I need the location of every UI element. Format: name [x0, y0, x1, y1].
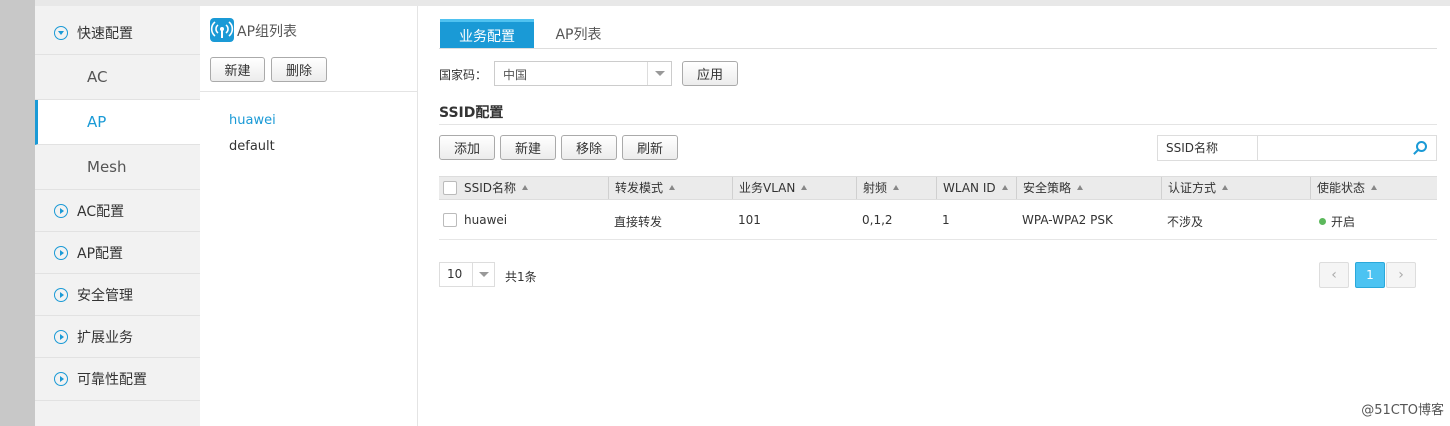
- ssid-search[interactable]: SSID名称: [1157, 135, 1437, 161]
- page-1-button[interactable]: 1: [1355, 262, 1385, 288]
- country-code-select[interactable]: 中国: [494, 61, 672, 86]
- prev-page-button[interactable]: ‹: [1319, 262, 1349, 288]
- new-group-button[interactable]: 新建: [210, 57, 265, 82]
- total-count: 共1条: [505, 270, 537, 284]
- sidebar-item-ap-config[interactable]: AP配置: [35, 232, 200, 274]
- chevron-right-circle-icon: [54, 329, 68, 344]
- tab-ap-list[interactable]: AP列表: [534, 19, 623, 49]
- sidebar-subitem-ac[interactable]: AC: [35, 55, 200, 100]
- sort-asc-icon: [893, 185, 900, 190]
- sidebar-item-label: AC配置: [77, 203, 125, 220]
- sort-asc-icon: [522, 185, 529, 190]
- tab-service-config[interactable]: 业务配置: [440, 19, 534, 49]
- country-code-label: 国家码：: [439, 68, 488, 82]
- sidebar-item-extended-services[interactable]: 扩展业务: [35, 316, 200, 358]
- cell-security: WPA-WPA2 PSK: [1022, 213, 1113, 227]
- watermark: @51CTO博客: [1361, 403, 1444, 418]
- page-size-select[interactable]: 10: [439, 262, 495, 287]
- sidebar-item-label: AP配置: [77, 245, 124, 262]
- cell-forward-mode: 直接转发: [614, 215, 663, 229]
- column-header-security[interactable]: 安全策略: [1016, 177, 1084, 199]
- sort-asc-icon: [1222, 185, 1229, 190]
- sidebar-item-security[interactable]: 安全管理: [35, 274, 200, 316]
- section-divider: [439, 124, 1437, 125]
- search-field-label: SSID名称: [1158, 136, 1258, 160]
- sidebar-item-ac-config[interactable]: AC配置: [35, 190, 200, 232]
- add-button[interactable]: 添加: [439, 135, 495, 160]
- section-title: SSID配置: [439, 105, 504, 121]
- sort-asc-icon: [1001, 185, 1008, 190]
- select-all-checkbox[interactable]: [443, 181, 457, 195]
- chevron-down-icon: [472, 263, 494, 286]
- cell-status: 开启: [1319, 213, 1355, 230]
- column-header-radio[interactable]: 射频: [856, 177, 900, 199]
- search-icon[interactable]: [1416, 141, 1427, 152]
- cell-radio: 0,1,2: [862, 213, 893, 227]
- next-page-button[interactable]: ›: [1386, 262, 1416, 288]
- sort-asc-icon: [801, 185, 808, 190]
- sidebar-item-label: 快速配置: [77, 26, 133, 42]
- ap-group-panel: AP组列表 新建 删除 huawei default: [200, 6, 418, 426]
- divider: [200, 91, 418, 92]
- wifi-icon: [210, 18, 234, 42]
- column-header-vlan[interactable]: 业务VLAN: [732, 177, 808, 199]
- sidebar-item-reliability[interactable]: 可靠性配置: [35, 358, 200, 401]
- country-code-value: 中国: [503, 68, 528, 82]
- column-header-forward-mode[interactable]: 转发模式: [608, 177, 676, 199]
- cell-ssid: huawei: [464, 213, 508, 227]
- chevron-right-circle-icon: [54, 245, 68, 260]
- chevron-right-circle-icon: [54, 203, 68, 218]
- column-header-status[interactable]: 使能状态: [1310, 177, 1378, 199]
- sidebar-subitem-mesh[interactable]: Mesh: [35, 145, 200, 190]
- sidebar-item-quick-config[interactable]: 快速配置: [35, 12, 200, 55]
- chevron-down-circle-icon: [54, 26, 68, 40]
- main-content: 业务配置 AP列表 国家码： 中国 应用 SSID配置 添加 新建 移除 刷新 …: [419, 6, 1450, 426]
- table-header: SSID名称 转发模式 业务VLAN 射频 WLAN ID 安全策略 认证方式 …: [439, 176, 1437, 200]
- window-edge: [0, 0, 35, 426]
- column-header-ssid[interactable]: SSID名称: [458, 177, 529, 199]
- sidebar-item-label: 扩展业务: [77, 329, 133, 346]
- apply-button[interactable]: 应用: [682, 61, 738, 86]
- cell-auth: 不涉及: [1167, 215, 1204, 229]
- chevron-down-icon: [647, 62, 671, 85]
- tab-divider: [439, 48, 1437, 49]
- column-header-auth[interactable]: 认证方式: [1161, 177, 1229, 199]
- sidebar-item-label: 安全管理: [77, 287, 133, 304]
- sidebar: 快速配置 AC AP Mesh AC配置 AP配置 安全管理 扩展业务 可靠性配…: [35, 6, 200, 426]
- cell-wlan-id: 1: [942, 213, 950, 227]
- cell-vlan: 101: [738, 213, 761, 227]
- panel-title: AP组列表: [237, 24, 298, 40]
- group-item-default[interactable]: default: [229, 139, 275, 154]
- sidebar-item-label: 可靠性配置: [77, 372, 147, 388]
- table-row[interactable]: huawei 直接转发 101 0,1,2 1 WPA-WPA2 PSK 不涉及…: [439, 201, 1437, 240]
- chevron-right-circle-icon: [54, 287, 68, 302]
- row-checkbox[interactable]: [443, 213, 457, 227]
- remove-button[interactable]: 移除: [561, 135, 617, 160]
- column-header-wlan-id[interactable]: WLAN ID: [936, 177, 1008, 199]
- group-item-huawei[interactable]: huawei: [229, 113, 276, 128]
- chevron-right-circle-icon: [54, 372, 68, 386]
- refresh-button[interactable]: 刷新: [622, 135, 678, 160]
- page-size-value: 10: [447, 267, 463, 281]
- sidebar-subitem-ap[interactable]: AP: [35, 100, 200, 145]
- sort-asc-icon: [1077, 185, 1084, 190]
- sort-asc-icon: [669, 185, 676, 190]
- sort-asc-icon: [1371, 185, 1378, 190]
- delete-group-button[interactable]: 删除: [271, 57, 327, 82]
- status-dot-icon: [1319, 218, 1326, 225]
- new-button[interactable]: 新建: [500, 135, 556, 160]
